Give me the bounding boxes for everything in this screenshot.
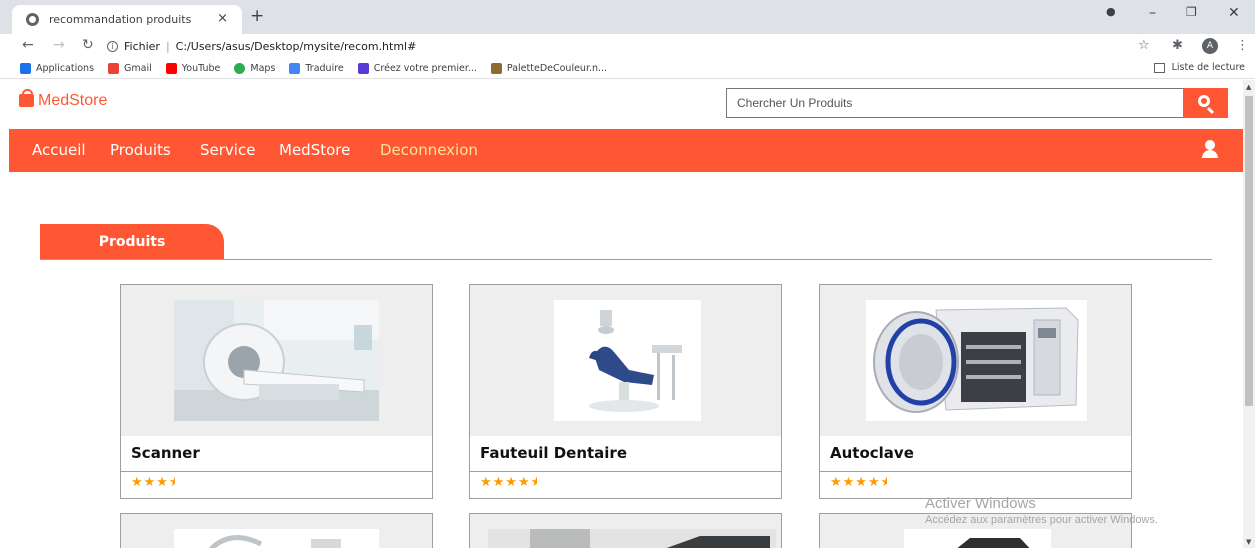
card-divider — [121, 471, 432, 472]
watermark-subtitle: Accédez aux paramètres pour activer Wind… — [925, 514, 1158, 526]
minimize-icon[interactable]: – — [1149, 5, 1156, 21]
product-card[interactable]: Scanner ★★★★ — [120, 284, 433, 499]
bookmark-maps[interactable]: Maps — [234, 62, 276, 74]
nav-service[interactable]: Service — [200, 141, 255, 159]
product-image-area — [820, 285, 1131, 436]
product-card[interactable]: Autoclave ★★★★★ — [819, 284, 1132, 499]
card-divider — [820, 471, 1131, 472]
bookmark-label: YouTube — [181, 62, 221, 74]
reading-list-label: Liste de lecture — [1171, 62, 1245, 73]
windows-activation-watermark: Activer Windows Accédez aux paramètres p… — [925, 495, 1158, 526]
apps-grid-icon — [20, 62, 31, 74]
product-card[interactable] — [120, 513, 433, 548]
rating-stars: ★★★★★ — [480, 475, 537, 490]
bookmark-label: Traduire — [305, 62, 344, 74]
browser-tab[interactable]: recommandation produits × — [12, 5, 242, 34]
search-icon — [1198, 95, 1210, 107]
forward-icon[interactable]: → — [53, 37, 65, 53]
translate-icon — [289, 62, 301, 74]
bookmark-youtube[interactable]: YouTube — [165, 62, 221, 74]
palette-icon — [490, 62, 502, 74]
nav-deconnexion[interactable]: Deconnexion — [380, 141, 478, 159]
bookmark-applications[interactable]: Applications — [20, 62, 95, 74]
product-name[interactable]: Scanner — [131, 444, 200, 462]
nav-produits[interactable]: Produits — [110, 141, 171, 159]
star-icon[interactable]: ☆ — [1138, 38, 1150, 53]
window-close-icon[interactable]: ✕ — [1228, 5, 1240, 21]
bookmark-gmail[interactable]: Gmail — [108, 62, 152, 74]
bookmark-label: Applications — [36, 62, 95, 74]
scroll-down-icon[interactable]: ▼ — [1246, 538, 1251, 546]
section-divider — [40, 259, 1212, 260]
close-tab-icon[interactable]: × — [217, 11, 228, 26]
nav-accueil[interactable]: Accueil — [32, 141, 86, 159]
search-button[interactable] — [1183, 88, 1228, 118]
page-viewport: MedStore Accueil Produits Service MedSto… — [0, 80, 1243, 548]
bookmark-label: Créez votre premier... — [373, 62, 477, 74]
address-label: Fichier — [124, 39, 160, 53]
main-navbar: Accueil Produits Service MedStore Deconn… — [9, 129, 1243, 172]
scroll-up-icon[interactable]: ▲ — [1246, 83, 1251, 91]
user-icon[interactable] — [1201, 140, 1219, 158]
site-logo[interactable]: MedStore — [19, 88, 108, 110]
product-image-area — [470, 285, 781, 436]
globe-icon — [26, 13, 39, 26]
autoclave-image — [866, 300, 1087, 421]
address-bar: ← → ↻ i Fichier | C:/Users/asus/Desktop/… — [0, 34, 1255, 58]
menu-dots-icon[interactable]: ⋮ — [1236, 38, 1249, 53]
bookmark-palette[interactable]: PaletteDeCouleur.n... — [490, 62, 608, 74]
browser-tab-bar: recommandation produits × + ● – ❐ ✕ — [0, 0, 1255, 34]
omnibox[interactable]: i Fichier | C:/Users/asus/Desktop/mysite… — [107, 36, 416, 56]
product-image — [488, 529, 776, 548]
bookmarks-bar: Applications Gmail YouTube Maps Traduire… — [0, 58, 1255, 79]
bookmark-label: Maps — [250, 62, 276, 74]
scroll-thumb[interactable] — [1245, 96, 1253, 406]
product-image-area — [121, 514, 432, 548]
bookmark-creez[interactable]: Créez votre premier... — [357, 62, 477, 74]
restore-icon[interactable]: ❐ — [1186, 5, 1197, 19]
bookmark-label: PaletteDeCouleur.n... — [506, 62, 608, 74]
reload-icon[interactable]: ↻ — [82, 37, 94, 53]
bookmark-icon — [357, 62, 369, 74]
extensions-icon[interactable]: ✱ — [1172, 38, 1183, 53]
nav-medstore[interactable]: MedStore — [279, 141, 350, 159]
reading-list[interactable]: Liste de lecture — [1153, 62, 1245, 73]
youtube-icon — [165, 62, 177, 74]
profile-avatar[interactable]: A — [1202, 38, 1218, 54]
dental-chair-image — [554, 300, 701, 421]
product-image-area — [470, 514, 781, 548]
page-scrollbar[interactable]: ▲ ▼ — [1243, 80, 1255, 548]
maps-icon — [234, 62, 246, 74]
new-tab-button[interactable]: + — [250, 6, 264, 26]
product-name[interactable]: Fauteuil Dentaire — [480, 444, 627, 462]
product-image-area — [121, 285, 432, 436]
address-separator: | — [165, 39, 170, 53]
rating-stars: ★★★★ — [131, 475, 175, 490]
bookmark-traduire[interactable]: Traduire — [289, 62, 344, 74]
card-divider — [470, 471, 781, 472]
gmail-icon — [108, 62, 120, 74]
search-bar — [726, 88, 1228, 118]
product-card[interactable]: Fauteuil Dentaire ★★★★★ — [469, 284, 782, 499]
product-name[interactable]: Autoclave — [830, 444, 914, 462]
rating-stars: ★★★★★ — [830, 475, 887, 490]
back-icon[interactable]: ← — [22, 37, 34, 53]
product-image — [174, 529, 379, 548]
watermark-title: Activer Windows — [925, 495, 1036, 512]
address-url: C:/Users/asus/Desktop/mysite/recom.html# — [175, 39, 417, 53]
search-input[interactable] — [726, 88, 1183, 118]
product-card[interactable] — [469, 513, 782, 548]
scanner-image — [174, 300, 379, 421]
bookmark-label: Gmail — [124, 62, 152, 74]
section-title: Produits — [40, 224, 224, 260]
info-icon[interactable]: i — [107, 40, 118, 52]
tab-title: recommandation produits — [49, 13, 192, 26]
profile-dot-icon[interactable]: ● — [1106, 5, 1116, 18]
logo-text: MedStore — [38, 92, 108, 109]
reading-list-icon — [1153, 62, 1165, 73]
shopping-bag-icon — [19, 88, 34, 107]
